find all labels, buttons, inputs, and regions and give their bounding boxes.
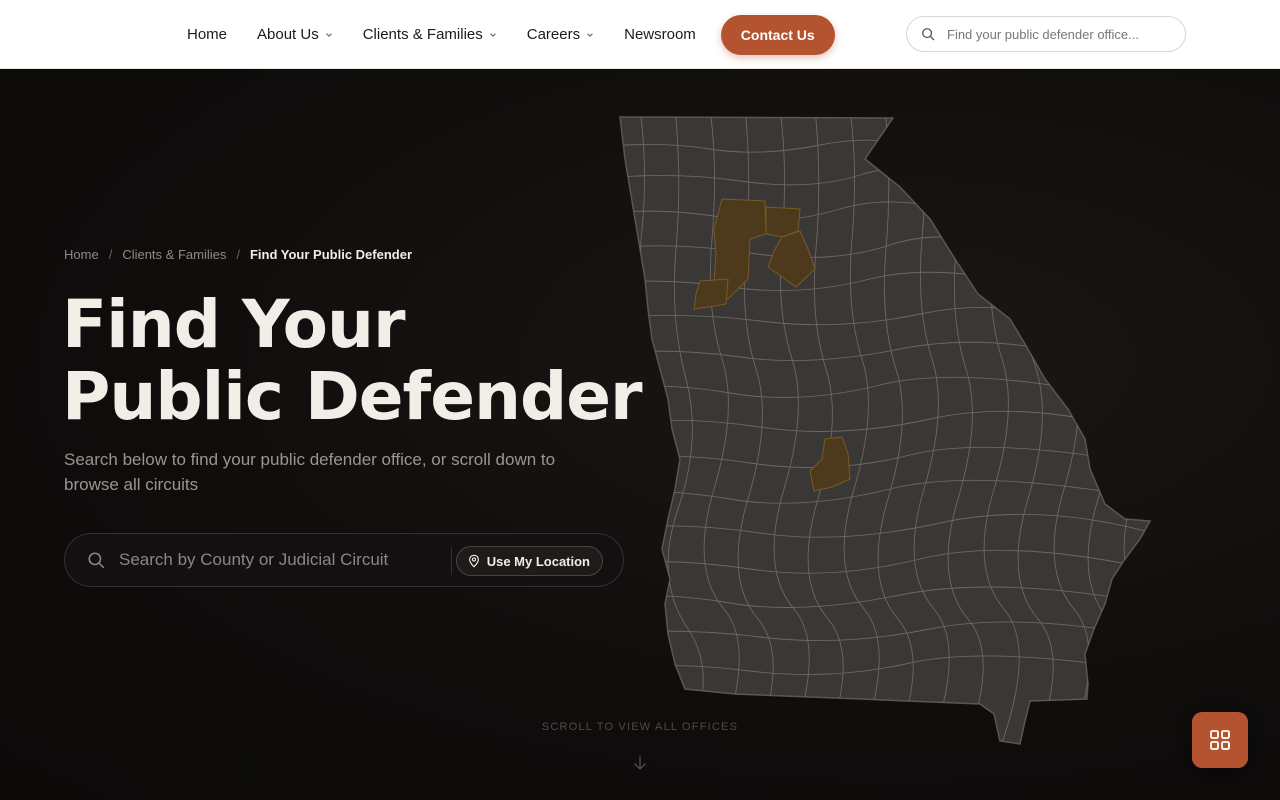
nav-item-label: Home [187,26,228,43]
nav-item-newsroom[interactable]: Newsroom [609,26,711,43]
page-title-line-1: Find Your [62,286,406,363]
nav-item-label: Newsroom [624,26,696,43]
arrow-down-icon[interactable] [632,755,648,771]
georgia-county-map[interactable] [600,109,1170,759]
search-icon [922,28,935,41]
nav-item-home[interactable]: Home [172,26,242,43]
search-divider [451,547,452,575]
breadcrumb-home-link[interactable]: Home [64,247,99,262]
scroll-hint: SCROLL TO VIEW ALL OFFICES [541,721,739,733]
page-title-line-2: Public Defender [62,358,643,435]
quick-links-button[interactable] [1192,712,1248,768]
header-search-input[interactable] [947,26,1167,42]
search-icon [88,552,105,569]
chevron-down-icon [489,32,496,37]
page-subtitle: Search below to find your public defende… [64,450,556,494]
contact-us-button[interactable]: Contact Us [720,14,835,55]
breadcrumb-separator: / [236,247,240,262]
grid-icon [1210,730,1230,750]
page-title: Find Your Public Defender [62,286,643,435]
site-header: Home About Us Clients & Families Careers… [0,0,1280,69]
nav-item-about-us[interactable]: About Us [242,26,348,43]
breadcrumb-separator: / [108,247,113,262]
map-svg [619,116,1152,745]
map-pin-icon [468,554,479,568]
nav-item-label: Clients & Families [362,26,483,43]
hero-section: Home / Clients & Families / Find Your Pu… [0,69,1280,800]
nav-item-clients-families[interactable]: Clients & Families [348,26,512,43]
breadcrumb-current: Find Your Public Defender [249,247,413,262]
header-search [906,16,1186,52]
hero-search-bar: Use My Location [64,533,624,587]
nav-item-label: About Us [257,26,319,43]
nav-item-careers[interactable]: Careers [512,26,609,43]
chevron-down-icon [587,32,593,37]
breadcrumb-clients-link[interactable]: Clients & Families [122,247,226,262]
nav-item-label: Careers [526,26,581,43]
use-my-location-label: Use My Location [486,553,590,569]
use-my-location-button[interactable]: Use My Location [455,546,603,576]
breadcrumb: Home / Clients & Families / Find Your Pu… [64,247,412,262]
county-circuit-search-input[interactable] [119,550,439,570]
main-nav: Home About Us Clients & Families Careers… [172,0,835,69]
chevron-down-icon [325,32,332,37]
